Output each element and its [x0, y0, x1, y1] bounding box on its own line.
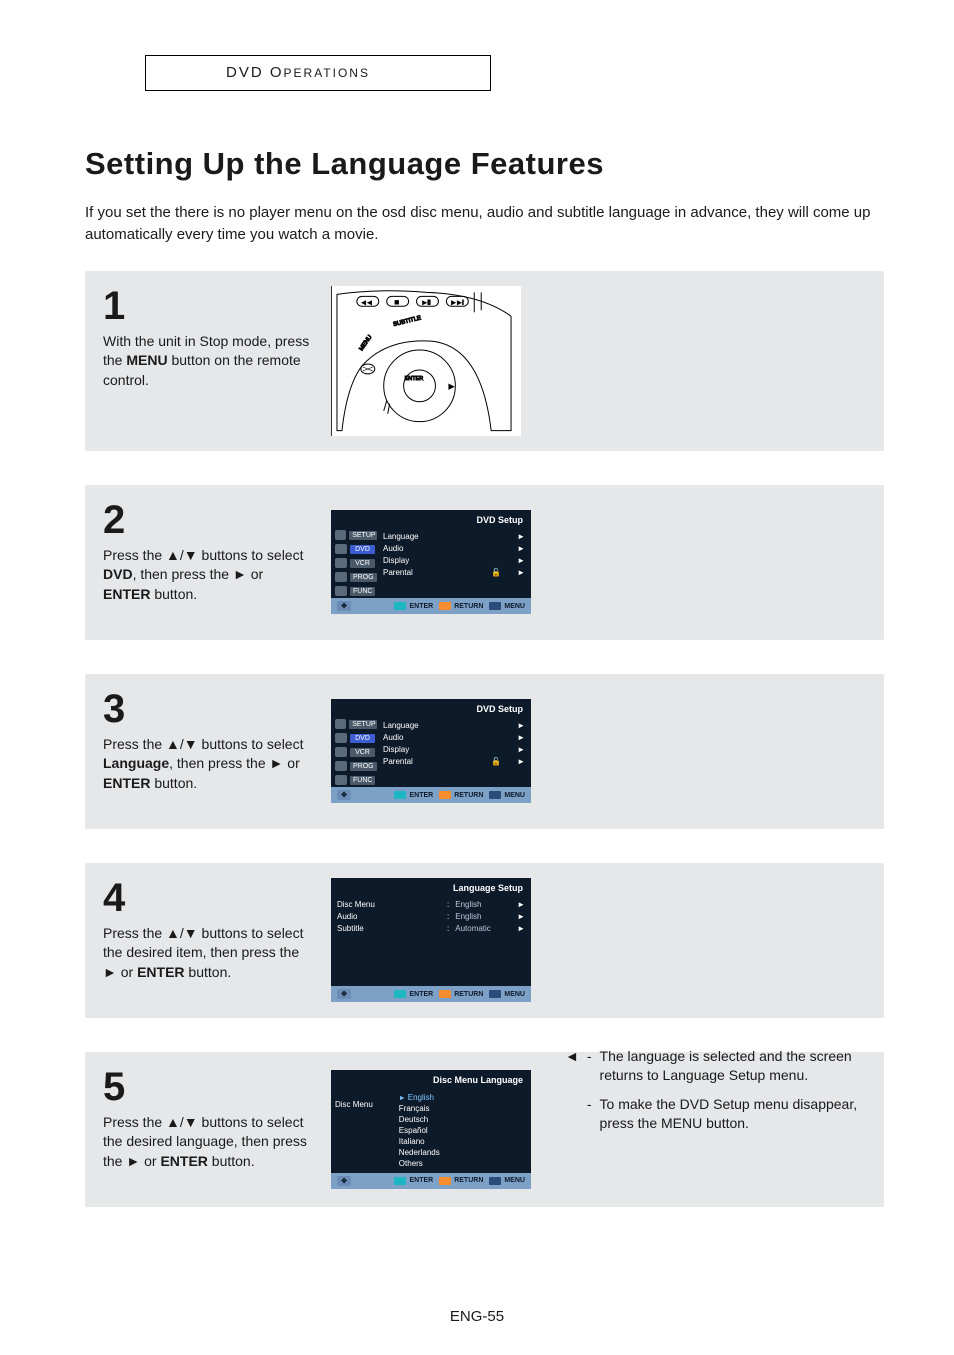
tape-icon — [335, 558, 347, 568]
osd-side-vcr: VCR — [350, 559, 375, 568]
page-number: ENG-55 — [0, 1308, 954, 1325]
osd-side-prog: PROG — [350, 573, 377, 582]
osd-footer: ✥ ENTER RETURN MENU — [331, 598, 531, 614]
lang-espanol: Español — [399, 1125, 440, 1136]
lock-icon: 🔓 — [491, 757, 501, 766]
intro-paragraph: If you set the there is no player menu o… — [85, 202, 884, 246]
osd-side-func: FUNC — [350, 587, 375, 596]
osd-left-label: Disc Menu — [335, 1100, 373, 1109]
osd-row-audio: Audio:English► — [335, 910, 527, 922]
section-header-box: DVD OPERATIONS — [145, 55, 491, 91]
tape-icon — [335, 747, 347, 757]
gear-icon — [335, 719, 346, 729]
osd-footer: ✥ ENTER RETURN MENU — [331, 1173, 531, 1189]
lang-italiano: Italiano — [399, 1136, 440, 1147]
osd-side-setup: SETUP — [349, 531, 377, 540]
osd-dvd-setup-figure-2: DVD Setup SETUP DVD VCR PROG FUNC Langua… — [331, 689, 531, 814]
osd-row-audio: Audio► — [383, 731, 525, 743]
svg-text:◄◄: ◄◄ — [361, 300, 373, 306]
step-4: 4 Press the ▲/▼ buttons to select the de… — [85, 863, 884, 1018]
step-2: 2 Press the ▲/▼ buttons to select DVD, t… — [85, 485, 884, 640]
osd-row-language: Language► — [383, 530, 525, 542]
lang-francais: Français — [399, 1103, 440, 1114]
svg-text:►: ► — [447, 381, 455, 390]
osd-footer: ✥ ENTER RETURN MENU — [331, 986, 531, 1002]
osd-title: DVD Setup — [331, 699, 531, 717]
svg-text:►II: ►II — [422, 300, 432, 306]
osd-row-display: Display► — [383, 554, 525, 566]
osd-row-parental: Parental🔓► — [383, 566, 525, 578]
osd-row-subtitle: Subtitle:Automatic► — [335, 922, 527, 934]
step-number: 1 — [103, 286, 313, 326]
svg-text:■: ■ — [395, 299, 399, 306]
step-number: 3 — [103, 689, 313, 729]
osd-footer: ✥ ENTER RETURN MENU — [331, 787, 531, 803]
osd-title: Disc Menu Language — [331, 1070, 531, 1088]
osd-disc-menu-language-figure: Disc Menu Language Disc Menu ►English Fr… — [331, 1067, 531, 1192]
lock-icon: 🔓 — [491, 568, 501, 577]
clock-icon — [335, 572, 347, 582]
osd-title: DVD Setup — [331, 510, 531, 528]
lang-deutsch: Deutsch — [399, 1114, 440, 1125]
osd-row-disc-menu: Disc Menu:English► — [335, 898, 527, 910]
lang-english: ►English — [399, 1092, 440, 1103]
step-4-text: Press the ▲/▼ buttons to select the desi… — [103, 924, 313, 983]
osd-language-setup-figure: Language Setup Disc Menu:English► Audio:… — [331, 878, 531, 1003]
note-2: To make the DVD Setup menu disappear, pr… — [600, 1095, 885, 1133]
move-icon: ✥ — [337, 790, 351, 800]
step-2-text: Press the ▲/▼ buttons to select DVD, the… — [103, 546, 313, 605]
note-1: The language is selected and the screen … — [600, 1047, 885, 1085]
osd-dvd-setup-figure: DVD Setup SETUP DVD VCR PROG FUNC Langua… — [331, 500, 531, 625]
osd-row-parental: Parental🔓► — [383, 755, 525, 767]
move-icon: ✥ — [337, 1176, 351, 1186]
svg-text:►►I: ►►I — [450, 300, 464, 306]
gear-icon — [335, 530, 346, 540]
remote-control-figure: ◄◄ ■ ►II ►►I SUBTITLE MENU ENTER ► — [331, 286, 521, 436]
grid-icon — [335, 775, 347, 785]
step-3-text: Press the ▲/▼ buttons to select Language… — [103, 735, 313, 794]
osd-row-display: Display► — [383, 743, 525, 755]
clock-icon — [335, 761, 347, 771]
osd-side-dvd: DVD — [350, 545, 375, 554]
step-number: 5 — [103, 1067, 313, 1107]
side-notes: ◄ - The language is selected and the scr… — [565, 1047, 885, 1143]
grid-icon — [335, 586, 347, 596]
section-header: DVD OPERATIONS — [226, 64, 370, 81]
step-1: 1 With the unit in Stop mode, press the … — [85, 271, 884, 451]
left-arrow-icon: ◄ — [565, 1047, 579, 1085]
move-icon: ✥ — [337, 601, 351, 611]
disc-icon — [335, 733, 347, 743]
enter-label: ENTER — [405, 375, 424, 381]
osd-row-language: Language► — [383, 719, 525, 731]
lang-others: Others — [399, 1158, 440, 1169]
page-title: Setting Up the Language Features — [85, 146, 884, 182]
osd-row-audio: Audio► — [383, 542, 525, 554]
lang-nederlands: Nederlands — [399, 1147, 440, 1158]
move-icon: ✥ — [337, 989, 351, 999]
step-1-text: With the unit in Stop mode, press the ME… — [103, 332, 313, 391]
disc-icon — [335, 544, 347, 554]
step-number: 4 — [103, 878, 313, 918]
osd-title: Language Setup — [331, 878, 531, 896]
step-3: 3 Press the ▲/▼ buttons to select Langua… — [85, 674, 884, 829]
step-number: 2 — [103, 500, 313, 540]
step-5-text: Press the ▲/▼ buttons to select the desi… — [103, 1113, 313, 1172]
